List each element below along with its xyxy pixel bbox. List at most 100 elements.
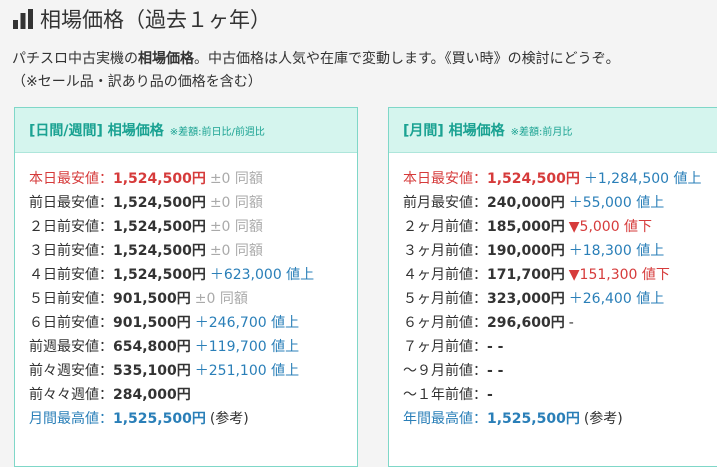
price-row: ２ヶ月前値：185,000円 ▼5,000 値下 — [403, 215, 717, 239]
price-diff: ±0 同額 — [194, 291, 248, 307]
price-row: ３ヶ月前値：190,000円 ＋18,300 値上 — [403, 239, 717, 263]
price-row: 本日最安値：1,524,500円 ±0 同額 — [29, 167, 357, 191]
price-diff: (参考) — [209, 411, 249, 427]
price-value: 171,700円 — [487, 267, 565, 283]
price-row: ４ヶ月前値：171,700円 ▼151,300 値下 — [403, 263, 717, 287]
price-diff: - — [568, 315, 574, 331]
price-diff: ＋55,000 値上 — [568, 195, 665, 211]
card-header: [月間] 相場価格 ※差額:前月比 — [389, 108, 717, 153]
price-value: 1,524,500円 — [113, 219, 206, 235]
price-label: ７ヶ月前値： — [403, 339, 487, 355]
price-label: ４ヶ月前値： — [403, 267, 487, 283]
price-value: - — [487, 387, 493, 403]
price-row: ６ヶ月前値：296,600円 - — [403, 311, 717, 335]
description-line-1: パチスロ中古実機の相場価格。中古価格は人気や在庫で変動します。《買い時》の検討に… — [12, 51, 620, 67]
price-value: 1,524,500円 — [113, 243, 206, 259]
price-value: 1,525,500円 — [113, 411, 206, 427]
price-diff: ▼5,000 値下 — [568, 219, 653, 235]
price-diff: ＋623,000 値上 — [209, 267, 315, 283]
card-note: ※差額:前日比/前週比 — [169, 126, 265, 138]
price-label: ６日前安値： — [29, 315, 113, 331]
price-row: ～９月前値：- - — [403, 359, 717, 383]
price-label: 前週最安値： — [29, 339, 113, 355]
price-row: ～１年前値：- — [403, 383, 717, 407]
price-diff: ＋1,284,500 値上 — [583, 171, 702, 187]
card-title: [日間/週間] 相場価格 — [29, 123, 164, 139]
price-label: ４日前安値： — [29, 267, 113, 283]
price-label: 前々週安値： — [29, 363, 113, 379]
price-row: ５ヶ月前値：323,000円 ＋26,400 値上 — [403, 287, 717, 311]
price-rows: 本日最安値：1,524,500円 ±0 同額 前日最安値：1,524,500円 ±0 … — [15, 153, 357, 431]
description: パチスロ中古実機の相場価格。中古価格は人気や在庫で変動します。《買い時》の検討に… — [12, 48, 712, 94]
price-row: ４日前安値：1,524,500円 ＋623,000 値上 — [29, 263, 357, 287]
price-value: 323,000円 — [487, 291, 565, 307]
price-diff: ＋26,400 値上 — [568, 291, 665, 307]
price-value: 284,000円 — [113, 387, 191, 403]
price-label: ５ヶ月前値： — [403, 291, 487, 307]
price-value: 1,524,500円 — [113, 171, 206, 187]
price-label: 年間最高値： — [403, 411, 487, 427]
card-header: [日間/週間] 相場価格 ※差額:前日比/前週比 — [15, 108, 357, 153]
price-row: 前々週安値：535,100円 ＋251,100 値上 — [29, 359, 357, 383]
price-label: ６ヶ月前値： — [403, 315, 487, 331]
price-diff: ±0 同額 — [209, 243, 263, 259]
price-label: ２ヶ月前値： — [403, 219, 487, 235]
price-rows: 本日最安値：1,524,500円 ＋1,284,500 値上 前月最安値：240,0… — [389, 153, 717, 431]
price-label: ３ヶ月前値： — [403, 243, 487, 259]
monthly-price-card: [月間] 相場価格 ※差額:前月比 本日最安値：1,524,500円 ＋1,284… — [388, 107, 717, 467]
price-row: 年間最高値：1,525,500円 (参考) — [403, 407, 717, 431]
price-diff: ＋18,300 値上 — [568, 243, 665, 259]
price-value: 190,000円 — [487, 243, 565, 259]
price-value: 185,000円 — [487, 219, 565, 235]
price-row: ３日前安値：1,524,500円 ±0 同額 — [29, 239, 357, 263]
price-row: ２日前安値：1,524,500円 ±0 同額 — [29, 215, 357, 239]
price-diff: ＋119,700 値上 — [194, 339, 300, 355]
price-row: 前週最安値：654,800円 ＋119,700 値上 — [29, 335, 357, 359]
price-row: 前々々週値：284,000円 — [29, 383, 357, 407]
price-row: 月間最高値：1,525,500円 (参考) — [29, 407, 357, 431]
price-label: 本日最安値： — [29, 171, 113, 187]
card-title: [月間] 相場価格 — [403, 123, 505, 139]
price-label: ２日前安値： — [29, 219, 113, 235]
price-label: 前日最安値： — [29, 195, 113, 211]
price-value: - - — [487, 339, 504, 355]
price-value: 654,800円 — [113, 339, 191, 355]
price-value: 1,525,500円 — [487, 411, 580, 427]
price-value: 240,000円 — [487, 195, 565, 211]
price-row: ７ヶ月前値：- - — [403, 335, 717, 359]
bar-chart-icon — [13, 9, 33, 29]
price-row: 前日最安値：1,524,500円 ±0 同額 — [29, 191, 357, 215]
price-value: - - — [487, 363, 504, 379]
price-row: ６日前安値：901,500円 ＋246,700 値上 — [29, 311, 357, 335]
price-diff: ＋251,100 値上 — [194, 363, 300, 379]
price-label: 月間最高値： — [29, 411, 113, 427]
price-value: 1,524,500円 — [113, 267, 206, 283]
price-row: 本日最安値：1,524,500円 ＋1,284,500 値上 — [403, 167, 717, 191]
price-label: ～１年前値： — [403, 387, 487, 403]
price-row: ５日前安値：901,500円 ±0 同額 — [29, 287, 357, 311]
price-value: 901,500円 — [113, 315, 191, 331]
price-diff: ＋246,700 値上 — [194, 315, 300, 331]
price-value: 901,500円 — [113, 291, 191, 307]
price-label: 本日最安値： — [403, 171, 487, 187]
price-value: 535,100円 — [113, 363, 191, 379]
price-diff: ±0 同額 — [209, 195, 263, 211]
description-line-2: （※セール品・訳あり品の価格を含む） — [12, 74, 262, 90]
price-label: ３日前安値： — [29, 243, 113, 259]
page-title: 相場価格（過去１ヶ年） — [12, 4, 271, 34]
price-value: 1,524,500円 — [487, 171, 580, 187]
price-diff: ▼151,300 値下 — [568, 267, 670, 283]
price-row: 前月最安値：240,000円 ＋55,000 値上 — [403, 191, 717, 215]
price-diff: ±0 同額 — [209, 171, 263, 187]
price-diff: ±0 同額 — [209, 219, 263, 235]
page-title-text: 相場価格（過去１ヶ年） — [40, 8, 271, 32]
card-note: ※差額:前月比 — [510, 126, 573, 138]
daily-weekly-price-card: [日間/週間] 相場価格 ※差額:前日比/前週比 本日最安値：1,524,500… — [14, 107, 358, 467]
price-value: 1,524,500円 — [113, 195, 206, 211]
price-value: 296,600円 — [487, 315, 565, 331]
price-label: ～９月前値： — [403, 363, 487, 379]
price-label: 前月最安値： — [403, 195, 487, 211]
price-label: ５日前安値： — [29, 291, 113, 307]
price-diff: (参考) — [583, 411, 623, 427]
price-label: 前々々週値： — [29, 387, 113, 403]
